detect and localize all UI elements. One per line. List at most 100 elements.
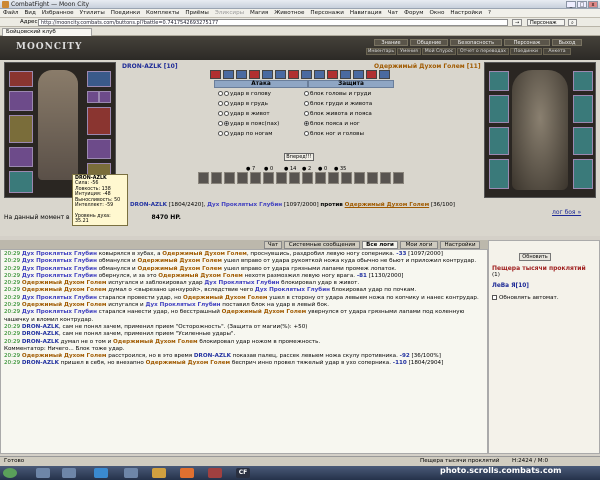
log-name[interactable]: Дух Проклятых Глубин bbox=[22, 309, 97, 315]
log-name[interactable]: DRON-AZLK bbox=[22, 324, 59, 330]
log-name[interactable]: Дух Проклятых Глубин bbox=[255, 287, 330, 293]
game-subnav-4[interactable]: Поединки bbox=[510, 48, 542, 55]
log-tab[interactable]: Системные сообщения bbox=[284, 241, 360, 249]
game-nav-0[interactable]: Знание bbox=[374, 39, 408, 46]
combatfight-icon[interactable]: CF bbox=[236, 468, 250, 478]
buff-icon[interactable] bbox=[379, 70, 390, 79]
defense-option[interactable]: блок головы и груди bbox=[304, 90, 371, 100]
taskbar-app-icon[interactable] bbox=[208, 468, 222, 478]
menu-item[interactable]: Форум bbox=[401, 9, 426, 16]
menu-item[interactable]: ? bbox=[485, 9, 494, 16]
game-subnav-2[interactable]: Мой Спурос bbox=[422, 48, 456, 55]
log-tab[interactable]: Все логи bbox=[362, 241, 398, 249]
enemy-slot[interactable] bbox=[573, 127, 593, 155]
log-name[interactable]: Дух Проклятых Глубин bbox=[22, 273, 97, 279]
menu-item[interactable]: Магия bbox=[247, 9, 271, 16]
log-tab[interactable]: Настройки bbox=[440, 241, 480, 249]
skill-icon[interactable] bbox=[380, 172, 391, 184]
skill-icon[interactable] bbox=[263, 172, 274, 184]
defense-option[interactable]: блок ног и головы bbox=[304, 130, 364, 140]
menu-item[interactable]: Животное bbox=[271, 9, 307, 16]
vs-enemy-name[interactable]: Одержимый Духом Голем bbox=[345, 202, 430, 208]
buff-icon[interactable] bbox=[288, 70, 299, 79]
armor-slot[interactable] bbox=[9, 147, 33, 167]
buff-icon[interactable] bbox=[236, 70, 247, 79]
game-nav-3[interactable]: Персонаж bbox=[504, 39, 550, 46]
battle-log-link[interactable]: лог боя » bbox=[552, 209, 581, 216]
menu-item[interactable]: Избранное bbox=[39, 9, 77, 16]
game-subnav-5[interactable]: Анкета bbox=[543, 48, 571, 55]
weapon-slot[interactable] bbox=[9, 115, 33, 143]
log-name[interactable]: Одержимый Духом Голем bbox=[158, 273, 243, 279]
radio-icon[interactable] bbox=[218, 131, 223, 136]
boots-slot[interactable] bbox=[9, 171, 33, 193]
radio-icon[interactable] bbox=[218, 101, 223, 106]
skill-icon[interactable] bbox=[276, 172, 287, 184]
skill-icon[interactable] bbox=[224, 172, 235, 184]
skill-icon[interactable] bbox=[198, 172, 209, 184]
shield-slot[interactable] bbox=[87, 107, 111, 135]
log-name[interactable]: Одержимый Духом Голем bbox=[146, 360, 231, 366]
log-name[interactable]: Одержимый Духом Голем bbox=[22, 287, 107, 293]
log-name[interactable]: Дух Проклятых Глубин bbox=[22, 251, 97, 257]
url-field[interactable]: http://mooncity.combats.com/buttons.pl?b… bbox=[38, 19, 508, 26]
menu-item[interactable]: Настройки bbox=[447, 9, 485, 16]
menu-item[interactable]: Приёмы bbox=[182, 9, 211, 16]
menu-item[interactable]: Персонажи bbox=[307, 9, 346, 16]
minimize-button[interactable]: _ bbox=[566, 1, 576, 8]
skill-icon[interactable] bbox=[315, 172, 326, 184]
buff-icon[interactable] bbox=[340, 70, 351, 79]
enemy-slot[interactable] bbox=[573, 95, 593, 123]
log-name[interactable]: DRON-AZLK bbox=[22, 339, 59, 345]
buff-icon[interactable] bbox=[301, 70, 312, 79]
skill-icon[interactable] bbox=[289, 172, 300, 184]
log-name[interactable]: DRON-AZLK bbox=[22, 360, 59, 366]
menu-item[interactable]: Файл bbox=[0, 9, 21, 16]
skill-icon[interactable] bbox=[250, 172, 261, 184]
skill-icon[interactable] bbox=[211, 172, 222, 184]
enemy-avatar[interactable] bbox=[512, 70, 568, 190]
game-subnav-1[interactable]: Умения bbox=[397, 48, 421, 55]
game-subnav-3[interactable]: Отчет о переводах bbox=[457, 48, 509, 55]
enemy-slot[interactable] bbox=[573, 71, 593, 91]
enemy-slot[interactable] bbox=[489, 159, 509, 189]
taskbar-app-icon[interactable] bbox=[62, 468, 76, 478]
armor-slot[interactable] bbox=[9, 91, 33, 111]
game-subnav-0[interactable]: Инвентарь bbox=[366, 48, 396, 55]
radio-icon[interactable] bbox=[224, 91, 229, 96]
log-name[interactable]: Дух Проклятых Глубин bbox=[22, 266, 97, 272]
ring-slot[interactable] bbox=[99, 91, 111, 103]
menu-item[interactable]: Комплекты bbox=[143, 9, 182, 16]
go-button[interactable]: → bbox=[512, 19, 523, 26]
buff-icon[interactable] bbox=[210, 70, 221, 79]
menu-item[interactable]: Чат bbox=[385, 9, 402, 16]
buff-icon[interactable] bbox=[275, 70, 286, 79]
log-name[interactable]: Одержимый Духом Голем bbox=[222, 309, 307, 315]
attack-option[interactable]: удар в живот bbox=[218, 110, 270, 120]
log-tab[interactable]: Чат bbox=[264, 241, 282, 249]
menu-item[interactable]: Навигация bbox=[347, 9, 385, 16]
log-name[interactable]: DRON-AZLK bbox=[194, 353, 231, 359]
close-button[interactable]: x bbox=[588, 1, 598, 8]
log-name[interactable]: Дух Проклятых Глубин bbox=[22, 258, 97, 264]
radio-icon[interactable] bbox=[218, 121, 223, 126]
helmet-slot[interactable] bbox=[87, 71, 111, 87]
skill-icon[interactable] bbox=[367, 172, 378, 184]
enemy-slot[interactable] bbox=[573, 159, 593, 189]
radio-icon[interactable] bbox=[218, 91, 223, 96]
log-name[interactable]: Одержимый Духом Голем bbox=[162, 251, 247, 257]
auto-refresh-toggle[interactable]: Обновлять автомат. bbox=[492, 295, 559, 301]
radio-icon[interactable] bbox=[224, 101, 229, 106]
radio-icon[interactable] bbox=[224, 131, 229, 136]
buff-icon[interactable] bbox=[262, 70, 273, 79]
start-icon[interactable] bbox=[3, 468, 17, 478]
ring-slot[interactable] bbox=[87, 91, 99, 103]
profile-button[interactable]: Персонаж bbox=[527, 19, 565, 26]
log-name[interactable]: Одержимый Духом Голем bbox=[137, 266, 222, 272]
defense-option[interactable]: блок груди и живота bbox=[304, 100, 372, 110]
buff-icon[interactable] bbox=[249, 70, 260, 79]
defense-option[interactable]: блок живота и пояса bbox=[304, 110, 372, 120]
radio-icon[interactable] bbox=[224, 121, 229, 126]
log-name[interactable]: Дух Проклятых Глубин bbox=[145, 302, 220, 308]
log-name[interactable]: Одержимый Духом Голем bbox=[22, 280, 107, 286]
